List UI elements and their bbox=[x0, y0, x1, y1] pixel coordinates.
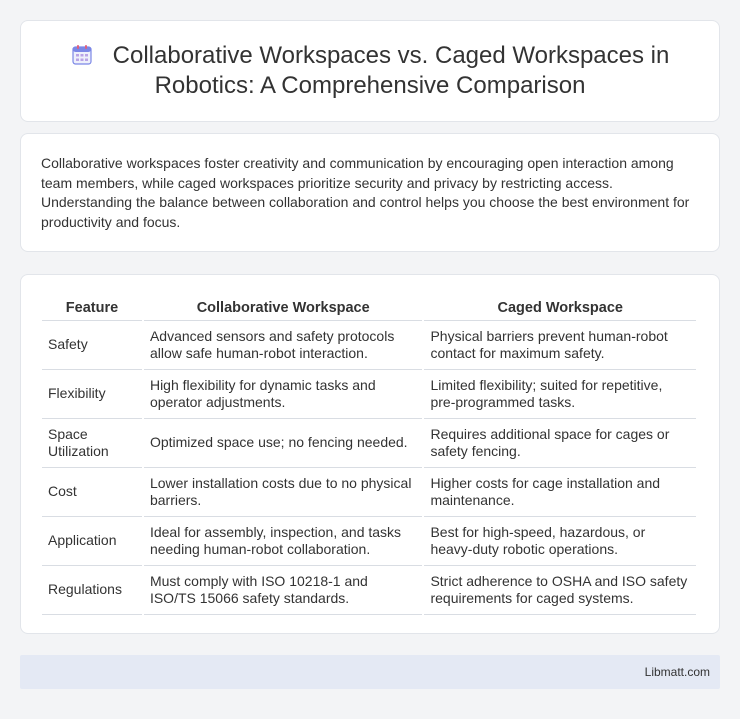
intro-card: Collaborative workspaces foster creativi… bbox=[20, 133, 720, 252]
table-header-row: Feature Collaborative Workspace Caged Wo… bbox=[42, 295, 696, 321]
collaborative-cell: Lower installation costs due to no physi… bbox=[143, 468, 423, 517]
caged-cell: Higher costs for cage installation and m… bbox=[424, 468, 696, 517]
collaborative-cell: Advanced sensors and safety protocols al… bbox=[143, 321, 423, 370]
feature-cell: Safety bbox=[42, 321, 142, 370]
intro-paragraph: Collaborative workspaces foster creativi… bbox=[41, 155, 690, 230]
footer-bar: Libmatt.com bbox=[20, 655, 720, 689]
table-row: Flexibility High flexibility for dynamic… bbox=[42, 370, 696, 419]
page-title: Collaborative Workspaces vs. Caged Works… bbox=[60, 41, 680, 101]
comparison-card: Feature Collaborative Workspace Caged Wo… bbox=[20, 274, 720, 634]
collaborative-cell: Ideal for assembly, inspection, and task… bbox=[143, 517, 423, 566]
table-row: Regulations Must comply with ISO 10218-1… bbox=[42, 566, 696, 615]
title-text: Collaborative Workspaces vs. Caged Works… bbox=[112, 42, 670, 99]
comparison-table: Feature Collaborative Workspace Caged Wo… bbox=[40, 295, 698, 615]
feature-cell: Cost bbox=[42, 468, 142, 517]
caged-cell: Strict adherence to OSHA and ISO safety … bbox=[424, 566, 696, 615]
caged-cell: Requires additional space for cages or s… bbox=[424, 419, 696, 468]
feature-cell: Space Utilization bbox=[42, 419, 142, 468]
title-card: Collaborative Workspaces vs. Caged Works… bbox=[20, 20, 720, 122]
collaborative-cell: Optimized space use; no fencing needed. bbox=[143, 419, 423, 468]
caged-cell: Best for high-speed, hazardous, or heavy… bbox=[424, 517, 696, 566]
caged-cell: Physical barriers prevent human-robot co… bbox=[424, 321, 696, 370]
table-row: Safety Advanced sensors and safety proto… bbox=[42, 321, 696, 370]
table-row: Cost Lower installation costs due to no … bbox=[42, 468, 696, 517]
feature-cell: Flexibility bbox=[42, 370, 142, 419]
header-feature: Feature bbox=[42, 295, 142, 321]
footer-brand-link[interactable]: Libmatt.com bbox=[645, 665, 710, 679]
caged-cell: Limited flexibility; suited for repetiti… bbox=[424, 370, 696, 419]
calendar-icon bbox=[72, 45, 92, 65]
table-row: Application Ideal for assembly, inspecti… bbox=[42, 517, 696, 566]
header-collaborative: Collaborative Workspace bbox=[143, 295, 423, 321]
header-caged: Caged Workspace bbox=[424, 295, 696, 321]
table-row: Space Utilization Optimized space use; n… bbox=[42, 419, 696, 468]
collaborative-cell: High flexibility for dynamic tasks and o… bbox=[143, 370, 423, 419]
feature-cell: Regulations bbox=[42, 566, 142, 615]
collaborative-cell: Must comply with ISO 10218-1 and ISO/TS … bbox=[143, 566, 423, 615]
feature-cell: Application bbox=[42, 517, 142, 566]
